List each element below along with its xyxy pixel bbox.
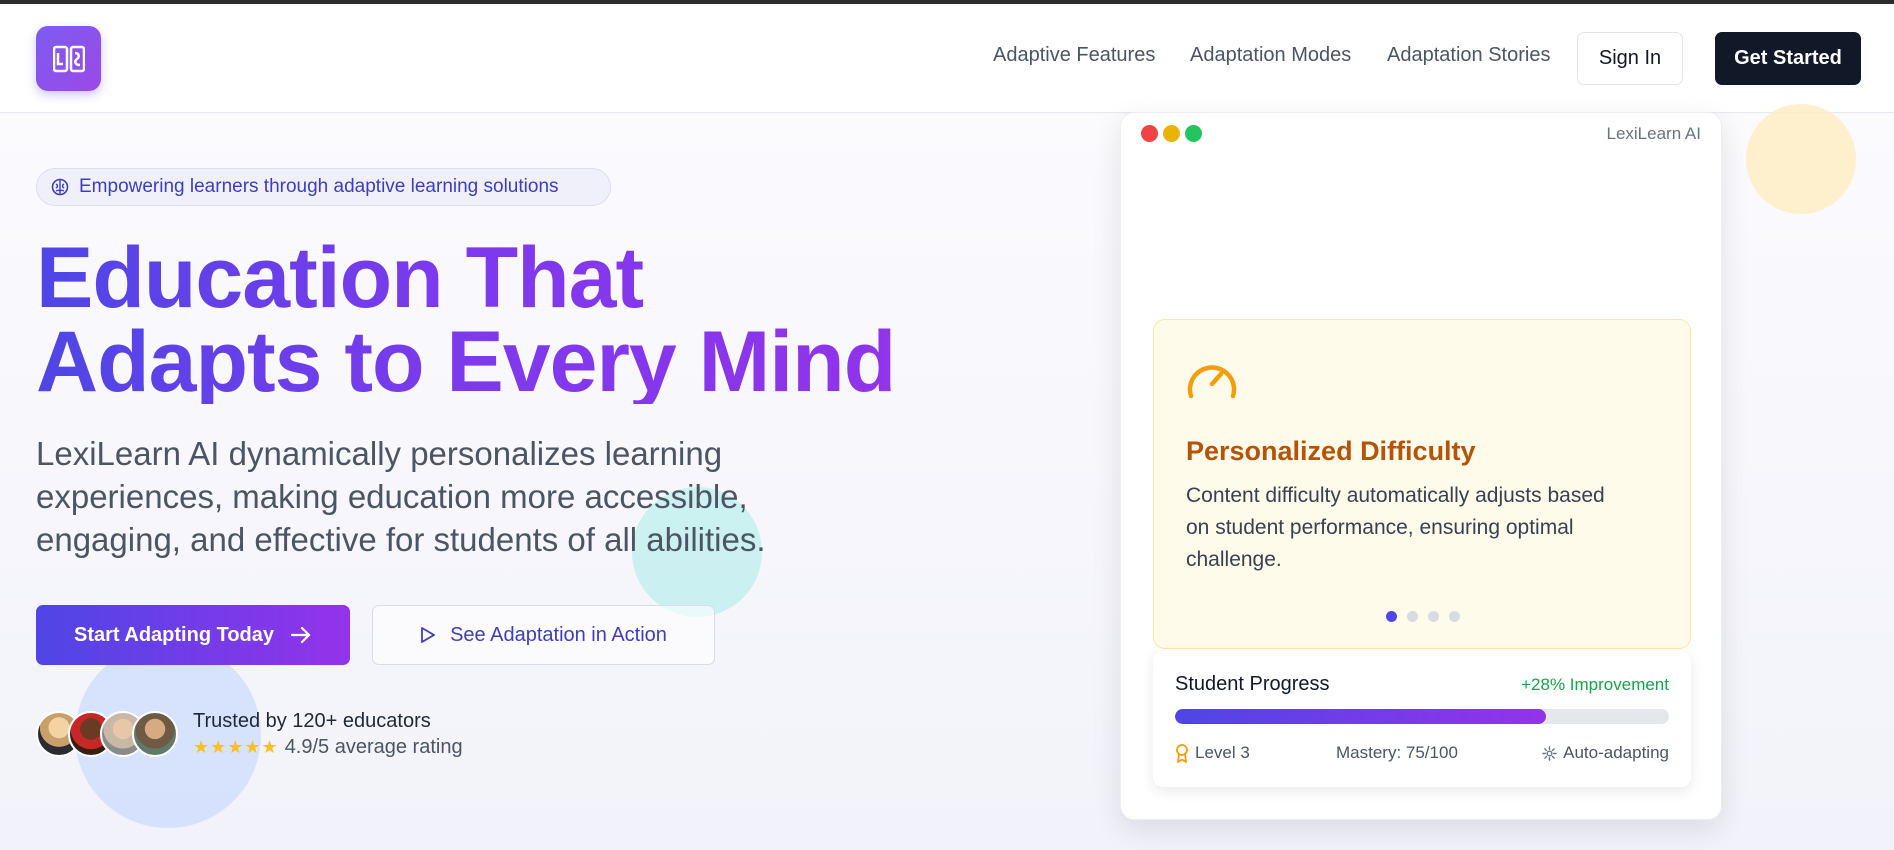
progress-title: Student Progress: [1175, 673, 1330, 695]
level-indicator: Level 3: [1175, 743, 1250, 763]
gear-icon: [1542, 745, 1557, 761]
award-icon: [1176, 743, 1188, 763]
see-adaptation-label: See Adaptation in Action: [450, 623, 667, 646]
arrow-right-icon: [290, 626, 311, 644]
carousel-pagination: [1154, 611, 1692, 622]
carousel-dot-1[interactable]: [1386, 611, 1397, 622]
feature-description: Content difficulty automatically adjusts…: [1186, 480, 1666, 576]
sign-in-button[interactable]: Sign In: [1577, 32, 1683, 85]
gauge-icon: [1187, 365, 1237, 399]
nav-link-adaptation-modes[interactable]: Adaptation Modes: [1190, 44, 1351, 67]
hero-badge: Empowering learners through adaptive lea…: [36, 168, 611, 206]
improvement-badge: +28% Improvement: [1521, 675, 1669, 694]
level-text: Level 3: [1195, 743, 1250, 762]
app-preview-window: LexiLearn AI Personalized Difficulty Con…: [1120, 112, 1722, 820]
see-adaptation-button[interactable]: See Adaptation in Action: [372, 605, 715, 665]
feature-description-line: challenge.: [1186, 548, 1282, 571]
carousel-dot-3[interactable]: [1428, 611, 1439, 622]
feature-description-line: Content difficulty automatically adjusts…: [1186, 484, 1605, 507]
window-maximize-dot: [1185, 125, 1202, 142]
play-icon: [421, 627, 435, 643]
carousel-dot-2[interactable]: [1407, 611, 1418, 622]
headline-line: Adapts to Every Mind: [36, 314, 896, 410]
decorative-circle: [1746, 104, 1856, 214]
mastery-text: Mastery: 75/100: [1336, 743, 1458, 762]
carousel-dot-4[interactable]: [1449, 611, 1460, 622]
nav-link-adaptation-stories[interactable]: Adaptation Stories: [1387, 44, 1550, 67]
window-minimize-dot: [1163, 125, 1180, 142]
book-open-icon: [52, 45, 85, 72]
subtext-line: experiences, making education more acces…: [36, 478, 748, 515]
educator-avatars: [36, 711, 180, 759]
window-close-dot: [1141, 125, 1158, 142]
rating-text: 4.9/5 average rating: [284, 736, 463, 758]
subtext-line: LexiLearn AI dynamically personalizes le…: [36, 435, 723, 472]
get-started-button[interactable]: Get Started: [1715, 32, 1861, 85]
hero-headline: Education That Adapts to Every Mind: [36, 236, 936, 404]
trusted-by-text: Trusted by 120+ educators: [193, 710, 431, 732]
rating-row: ★★★★★ 4.9/5 average rating: [193, 736, 463, 759]
auto-adapting-indicator: Auto-adapting: [1542, 743, 1669, 763]
progress-bar: [1175, 709, 1669, 724]
brain-icon: [51, 178, 69, 196]
star-icons: ★★★★★: [193, 737, 279, 757]
feature-description-line: on student performance, ensuring optimal: [1186, 516, 1574, 539]
avatar: [132, 711, 178, 757]
auto-adapting-text: Auto-adapting: [1563, 743, 1669, 762]
start-adapting-button[interactable]: Start Adapting Today: [36, 605, 350, 665]
logo[interactable]: [36, 26, 101, 91]
subtext-line: engaging, and effective for students of …: [36, 521, 766, 558]
feature-title: Personalized Difficulty: [1186, 436, 1476, 466]
headline-line: Education That: [36, 230, 644, 326]
student-progress-card: Student Progress +28% Improvement Level …: [1153, 651, 1691, 787]
progress-bar-fill: [1175, 709, 1546, 724]
hero-subtext: LexiLearn AI dynamically personalizes le…: [36, 432, 836, 561]
feature-carousel-card: Personalized Difficulty Content difficul…: [1153, 319, 1691, 649]
badge-text: Empowering learners through adaptive lea…: [79, 176, 559, 197]
app-window-title: LexiLearn AI: [1606, 124, 1701, 143]
top-navigation: Adaptive Features Adaptation Modes Adapt…: [0, 4, 1894, 113]
start-adapting-label: Start Adapting Today: [74, 623, 274, 646]
nav-link-adaptive-features[interactable]: Adaptive Features: [993, 44, 1155, 67]
